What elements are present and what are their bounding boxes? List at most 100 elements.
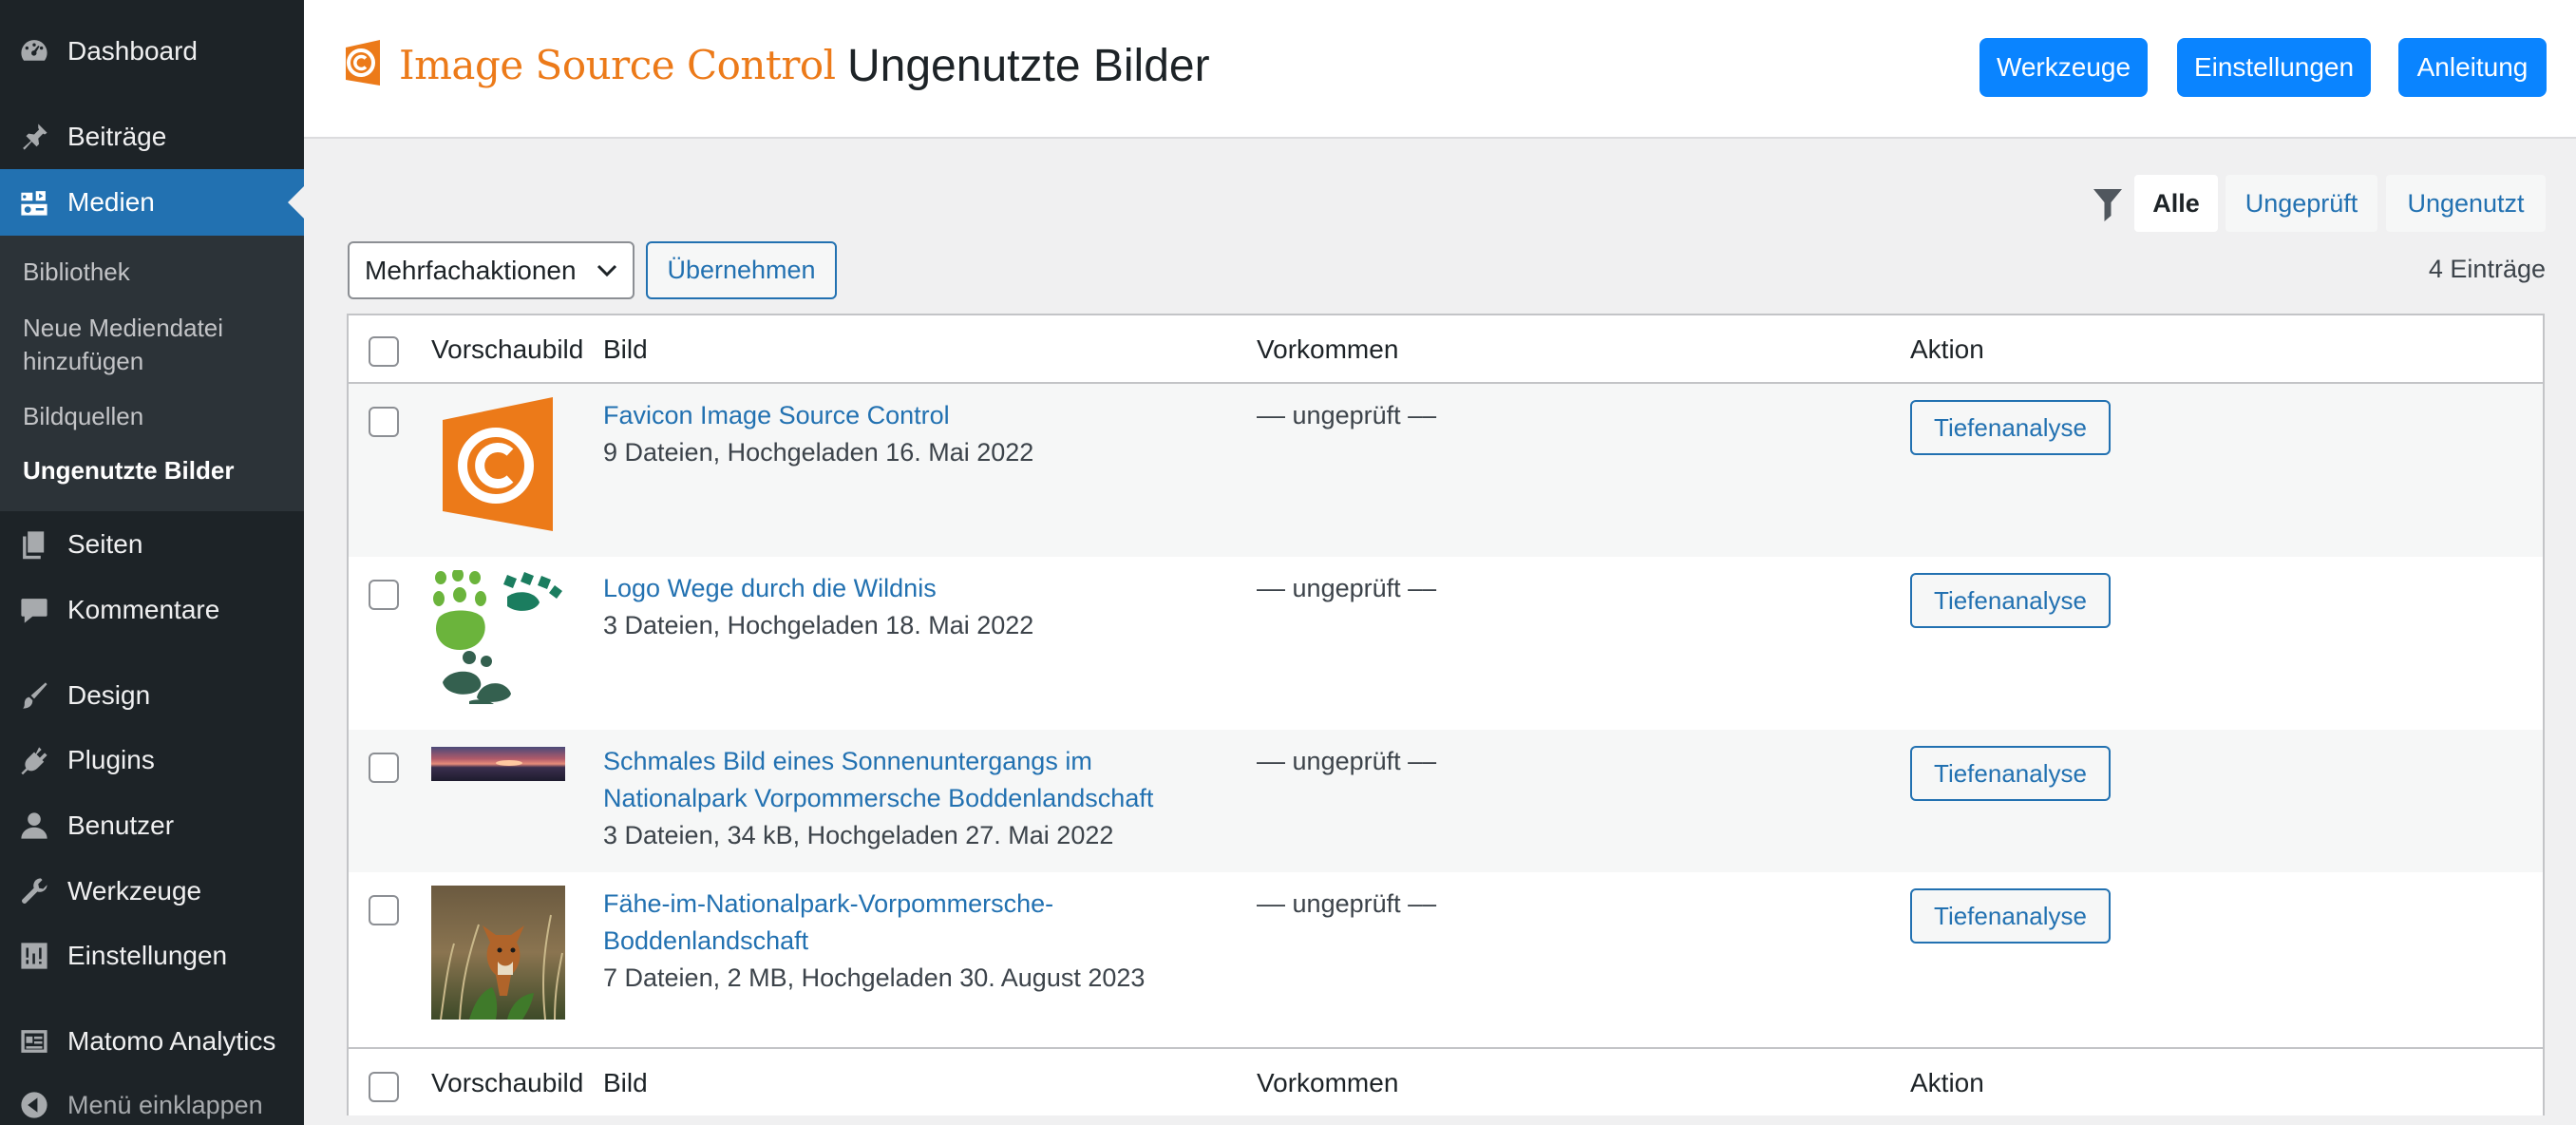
column-header-image[interactable]: Bild [603, 334, 648, 365]
column-footer-occurrences[interactable]: Vorkommen [1257, 1068, 1398, 1098]
pin-icon [17, 120, 51, 154]
settings-icon [17, 939, 51, 973]
image-title-link[interactable]: Logo Wege durch die Wildnis [603, 570, 1211, 607]
column-header-action[interactable]: Aktion [1910, 334, 1984, 365]
column-footer-image[interactable]: Bild [603, 1068, 648, 1098]
sidebar-item-label: Beiträge [67, 122, 167, 151]
image-title-link[interactable]: Schmales Bild eines Sonnenuntergangs im … [603, 743, 1211, 817]
submenu-ungenutzte-bilder[interactable]: Ungenutzte Bilder [23, 453, 234, 488]
collapse-arrow-icon [17, 1088, 51, 1122]
sidebar-item-kommentare[interactable]: Kommentare [0, 577, 304, 643]
apply-button[interactable]: Übernehmen [646, 241, 837, 299]
guide-button[interactable]: Anleitung [2398, 38, 2547, 97]
images-table: Vorschaubild Bild Vorkommen Aktion Favic… [347, 314, 2545, 1115]
column-footer-thumbnail[interactable]: Vorschaubild [431, 1068, 583, 1098]
tools-button[interactable]: Werkzeuge [1979, 38, 2148, 97]
sidebar-item-plugins[interactable]: Plugins [0, 727, 304, 793]
row-checkbox[interactable] [369, 407, 399, 437]
filter-all[interactable]: Alle [2134, 175, 2218, 232]
submenu-bibliothek[interactable]: Bibliothek [23, 255, 130, 290]
sidebar-item-design[interactable]: Design [0, 662, 304, 729]
sidebar-item-label: Medien [67, 187, 155, 217]
row-checkbox[interactable] [369, 753, 399, 783]
items-count: 4 Einträge [2428, 255, 2546, 283]
sidebar-item-werkzeuge[interactable]: Werkzeuge [0, 858, 304, 925]
table-header: Vorschaubild Bild Vorkommen Aktion [349, 315, 2543, 384]
image-meta: 9 Dateien, Hochgeladen 16. Mai 2022 [603, 438, 1034, 467]
deep-analysis-button[interactable]: Tiefenanalyse [1910, 573, 2111, 628]
table-row: Schmales Bild eines Sonnenuntergangs im … [349, 730, 2543, 872]
sidebar-item-beitraege[interactable]: Beiträge [0, 104, 304, 170]
select-all-checkbox[interactable] [369, 336, 399, 367]
image-title-line: Fähe-im-Nationalpark-Vorpommersche- [603, 889, 1054, 918]
occurrence-status: –– ungeprüft –– [1257, 889, 1437, 918]
admin-sidebar: Dashboard Beiträge Medien Bibliothek Neu… [0, 0, 304, 1125]
deep-analysis-button[interactable]: Tiefenanalyse [1910, 888, 2111, 944]
copyright-logo-icon [346, 40, 380, 86]
collapse-menu-label: Menü einklappen [67, 1090, 263, 1119]
image-title-line: Nationalpark Vorpommersche Boddenlandsch… [603, 784, 1154, 812]
sidebar-item-label: Matomo Analytics [67, 1026, 276, 1056]
table-row: Logo Wege durch die Wildnis 3 Dateien, H… [349, 557, 2543, 730]
brand-name: Image Source Control [399, 42, 836, 88]
chevron-down-icon [597, 264, 617, 277]
image-title-link[interactable]: Favicon Image Source Control [603, 397, 1211, 434]
wrench-icon [17, 874, 51, 908]
favicon-thumbnail[interactable] [431, 397, 565, 531]
image-meta: 3 Dateien, Hochgeladen 18. Mai 2022 [603, 611, 1034, 639]
fox-photo-thumbnail[interactable] [431, 886, 565, 1020]
submenu-neue-mediendatei[interactable]: Neue Mediendatei [23, 311, 223, 346]
column-header-thumbnail[interactable]: Vorschaubild [431, 334, 583, 365]
bulk-actions-select[interactable]: Mehrfachaktionen [348, 241, 635, 299]
settings-button[interactable]: Einstellungen [2177, 38, 2371, 97]
select-all-checkbox-footer[interactable] [369, 1072, 399, 1102]
sidebar-item-benutzer[interactable]: Benutzer [0, 792, 304, 859]
sidebar-item-label: Design [67, 680, 151, 710]
table-footer: Vorschaubild Bild Vorkommen Aktion [349, 1047, 2543, 1115]
sidebar-item-medien[interactable]: Medien [0, 169, 304, 236]
sidebar-item-dashboard[interactable]: Dashboard [0, 18, 304, 85]
wildlife-logo-thumbnail[interactable] [431, 570, 565, 704]
media-icon [17, 185, 51, 219]
page-title: Ungenutzte Bilder [847, 41, 1210, 91]
column-footer-action[interactable]: Aktion [1910, 1068, 1984, 1098]
row-checkbox[interactable] [369, 895, 399, 925]
sidebar-item-label: Werkzeuge [67, 876, 202, 906]
sidebar-item-matomo[interactable]: Matomo Analytics [0, 1008, 304, 1075]
bulk-actions-value: Mehrfachaktionen [365, 255, 577, 285]
sidebar-item-label: Einstellungen [67, 941, 228, 970]
sidebar-item-label: Plugins [67, 745, 155, 774]
user-icon [17, 809, 51, 843]
brush-icon [17, 678, 51, 713]
submenu-bildquellen[interactable]: Bildquellen [23, 399, 143, 434]
sidebar-item-label: Kommentare [67, 595, 220, 624]
media-submenu: Bibliothek Neue Mediendatei hinzufügen B… [0, 236, 304, 511]
collapse-menu-button[interactable]: Menü einklappen [0, 1072, 304, 1125]
table-row: Favicon Image Source Control 9 Dateien, … [349, 384, 2543, 557]
sunset-thumbnail[interactable] [431, 747, 565, 781]
dashboard-icon [17, 34, 51, 68]
row-checkbox[interactable] [369, 580, 399, 610]
image-title-link[interactable]: Fähe-im-Nationalpark-Vorpommersche- Bodd… [603, 886, 1211, 960]
filter-unchecked[interactable]: Ungeprüft [2226, 175, 2377, 232]
filter-unused[interactable]: Ungenutzt [2386, 175, 2546, 232]
column-header-occurrences[interactable]: Vorkommen [1257, 334, 1398, 365]
sidebar-item-label: Benutzer [67, 810, 175, 840]
submenu-hinzufuegen[interactable]: hinzufügen [23, 344, 143, 379]
image-title-line: Schmales Bild eines Sonnenuntergangs im [603, 747, 1092, 775]
sidebar-item-seiten[interactable]: Seiten [0, 511, 304, 578]
filter-icon [2093, 189, 2122, 221]
occurrence-status: –– ungeprüft –– [1257, 574, 1437, 602]
table-row: Fähe-im-Nationalpark-Vorpommersche- Bodd… [349, 872, 2543, 1047]
image-title-line: Boddenlandschaft [603, 926, 809, 955]
occurrence-status: –– ungeprüft –– [1257, 747, 1437, 775]
analytics-icon [17, 1024, 51, 1058]
sidebar-item-einstellungen[interactable]: Einstellungen [0, 923, 304, 989]
occurrence-status: –– ungeprüft –– [1257, 401, 1437, 429]
deep-analysis-button[interactable]: Tiefenanalyse [1910, 746, 2111, 801]
sidebar-item-label: Seiten [67, 529, 143, 559]
deep-analysis-button[interactable]: Tiefenanalyse [1910, 400, 2111, 455]
image-meta: 3 Dateien, 34 kB, Hochgeladen 27. Mai 20… [603, 821, 1114, 849]
comment-icon [17, 593, 51, 627]
plugin-header: Image Source Control Ungenutzte Bilder W… [304, 0, 2576, 139]
